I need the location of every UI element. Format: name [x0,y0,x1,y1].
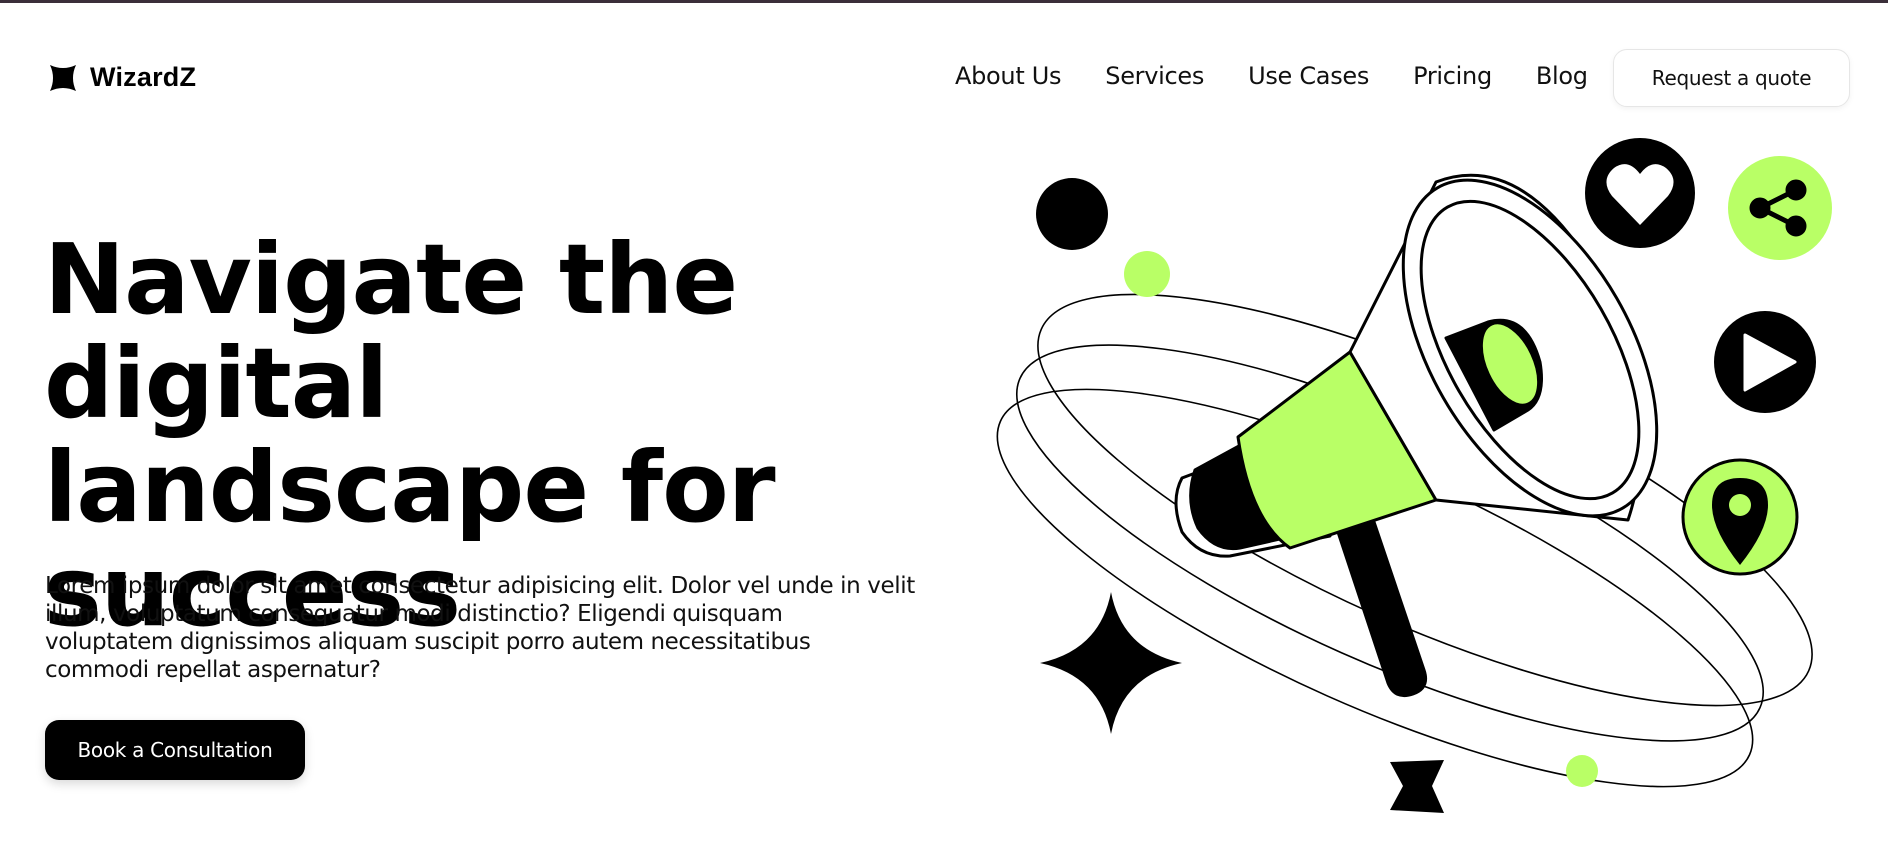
green-dot-bottom [1566,755,1598,787]
play-icon [1714,311,1816,413]
hero-description: Lorem ipsum dolor sit amet consectetur a… [45,573,915,683]
heart-icon [1585,138,1695,248]
nav-blog[interactable]: Blog [1536,62,1588,90]
four-point-star-icon [1040,592,1182,734]
star-logo-icon [50,64,76,91]
black-dot [1036,178,1108,250]
location-pin-icon [1681,458,1799,576]
hero-title-line-1: Navigate the digital [44,223,738,440]
nav-about-us[interactable]: About Us [955,62,1062,90]
nav-services[interactable]: Services [1105,62,1204,90]
brand-name: WizardZ [90,62,197,92]
request-quote-button[interactable]: Request a quote [1613,49,1850,107]
small-star-icon [1390,760,1444,813]
nav-use-cases[interactable]: Use Cases [1248,62,1369,90]
nav-pricing[interactable]: Pricing [1413,62,1492,90]
brand-logo[interactable]: WizardZ [48,62,196,93]
nav-links: About Us Services Use Cases Pricing Blog [955,62,1632,90]
book-consultation-button[interactable]: Book a Consultation [45,720,305,780]
hero-title-line-2: landscape for [44,431,776,544]
green-dot-top [1124,251,1170,297]
share-icon [1728,156,1832,260]
hero-illustration [996,138,1832,813]
